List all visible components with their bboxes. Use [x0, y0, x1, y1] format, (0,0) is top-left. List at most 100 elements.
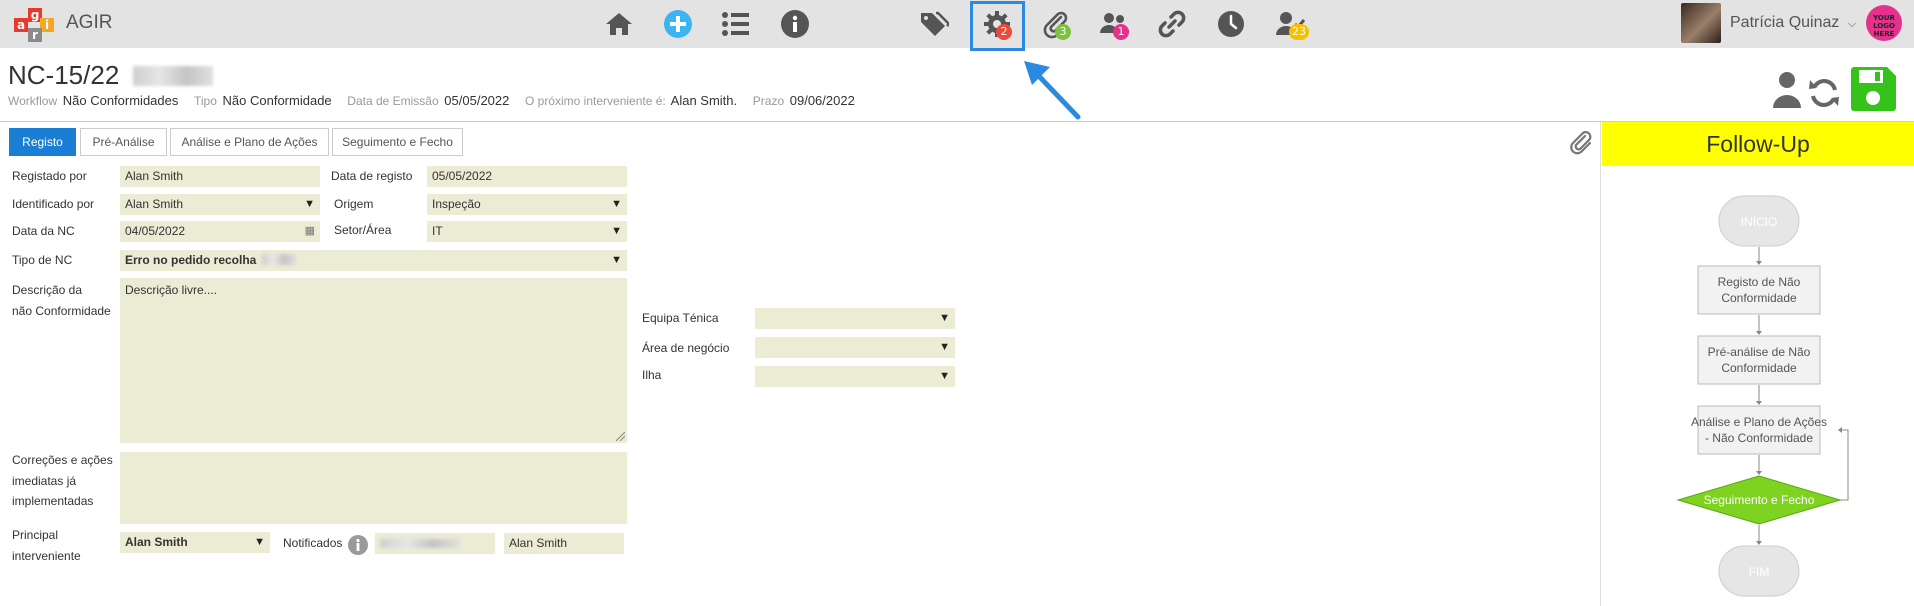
calendar-icon[interactable]: ▦ [305, 221, 315, 242]
user-name: Patrícia Quinaz [1730, 14, 1840, 31]
flow-step-pre-analise-label-2: Conformidade [1721, 361, 1797, 375]
origem-select[interactable]: Inspeção ▼ [427, 194, 627, 215]
flow-step-analise-label-2: - Não Conformidade [1705, 431, 1813, 445]
area-negocio-select[interactable]: ▼ [755, 337, 955, 358]
chevron-down-icon: ▼ [611, 254, 622, 266]
tab-registo[interactable]: Registo [9, 128, 76, 156]
data-registo-field: 05/05/2022 [427, 166, 627, 187]
link-icon[interactable] [1153, 6, 1191, 42]
flow-step-registo-label-1: Registo de Não [1718, 275, 1801, 289]
save-icon[interactable] [1849, 66, 1897, 116]
tipo-value: Não Conformidade [222, 93, 332, 108]
tipo-nc-select[interactable]: Erro no pedido recolha ▼ [120, 250, 627, 271]
redacted-text [261, 254, 296, 265]
interveniente-label: O próximo interveniente é: [525, 94, 666, 108]
pointer-arrow-icon [1024, 61, 1081, 120]
logo-letter-r: r [28, 28, 42, 42]
tab-analise-plano[interactable]: Análise e Plano de Ações [170, 128, 329, 156]
principal-label-2: interveniente [12, 549, 81, 563]
tags-icon[interactable] [915, 6, 953, 42]
list-icon[interactable] [717, 6, 755, 42]
origem-label: Origem [334, 197, 374, 211]
descricao-label-1: Descrição da [12, 283, 83, 297]
ilha-select[interactable]: ▼ [755, 366, 955, 387]
principal-label-1: Principal [12, 528, 59, 542]
user-check-badge: 23 [1289, 24, 1309, 40]
followup-title: Follow-Up [1602, 122, 1914, 166]
tab-pre-analise[interactable]: Pré-Análise [80, 128, 167, 156]
assign-user-icon[interactable] [1772, 66, 1802, 114]
ilha-label: Ilha [642, 368, 662, 382]
workflow-label: Workflow [8, 94, 58, 108]
info-icon[interactable] [776, 6, 814, 42]
prazo-label: Prazo [752, 94, 785, 108]
refresh-icon[interactable] [1807, 76, 1841, 114]
area-negocio-label: Área de negócio [642, 341, 730, 355]
flow-step-registo: Registo de Não Conformidade [1697, 265, 1821, 315]
redacted-text [380, 539, 460, 548]
emissao-value: 05/05/2022 [444, 93, 510, 108]
clock-icon[interactable] [1212, 6, 1250, 42]
avatar[interactable] [1681, 3, 1721, 43]
identificado-por-value: Alan Smith [125, 197, 184, 211]
descricao-textarea[interactable]: Descrição livre.... [120, 278, 627, 443]
correcoes-label-2: imediatas já [12, 474, 77, 488]
chevron-down-icon: ▼ [939, 370, 950, 382]
chevron-down-icon: ▼ [254, 536, 265, 548]
chevron-down-icon: ⌵ [1847, 18, 1857, 30]
correcoes-label-3: implementadas [12, 494, 94, 508]
tipo-label: Tipo [194, 94, 217, 108]
setor-label: Setor/Área [334, 223, 392, 237]
tab-seguimento-fecho[interactable]: Seguimento e Fecho [332, 128, 463, 156]
origem-value: Inspeção [432, 197, 481, 211]
equipa-label: Equipa Ténica [642, 311, 719, 325]
data-registo-label: Data de registo [331, 169, 413, 183]
flow-step-pre-analise: Pré-análise de Não Conformidade [1697, 335, 1821, 385]
flow-step-analise-label-1: Análise e Plano de Ações [1691, 415, 1827, 429]
paperclip-badge: 3 [1055, 24, 1071, 40]
flow-end: FIM [1718, 545, 1800, 597]
descricao-label-2: não Conformidade [12, 304, 111, 318]
data-nc-label: Data da NC [12, 224, 75, 238]
info-icon[interactable] [347, 534, 369, 556]
flow-step-seguimento-label: Seguimento e Fecho [1704, 493, 1815, 507]
paperclip-icon[interactable]: 3 [1037, 6, 1075, 42]
attachment-icon[interactable] [1568, 130, 1594, 156]
setor-select[interactable]: IT ▼ [427, 221, 627, 242]
flow-step-pre-analise-label-1: Pré-análise de Não [1708, 345, 1811, 359]
data-nc-field[interactable]: 04/05/2022 ▦ [120, 221, 320, 242]
agir-logo[interactable]: a g i r [12, 4, 56, 44]
principal-select[interactable]: Alan Smith ▼ [120, 532, 270, 553]
flow-start-label: INÍCIO [1741, 214, 1778, 229]
flow-step-seguimento-current: Seguimento e Fecho [1676, 475, 1842, 525]
notificados-label: Notificados [283, 536, 343, 550]
users-badge: 1 [1113, 24, 1129, 40]
workflow-diagram: INÍCIO Registo de Não Conformidade Pré-a… [1676, 195, 1849, 597]
add-icon[interactable] [659, 6, 697, 42]
resize-handle-icon[interactable] [616, 432, 625, 441]
home-icon[interactable] [600, 6, 638, 42]
correcoes-textarea[interactable] [120, 452, 627, 524]
users-icon[interactable]: 1 [1095, 6, 1133, 42]
prazo-value: 09/06/2022 [789, 93, 855, 108]
chevron-down-icon: ▼ [611, 225, 622, 237]
correcoes-label-1: Correções e ações [12, 453, 113, 467]
data-nc-value: 04/05/2022 [125, 224, 186, 238]
redacted-text [132, 66, 213, 86]
app-name: AGIR [66, 12, 113, 33]
logo-letter-a: a [14, 18, 28, 32]
logo-letter-i: i [40, 18, 54, 32]
workflow-value: Não Conformidades [62, 93, 179, 108]
notificados-search[interactable] [375, 533, 495, 554]
chevron-down-icon: ▼ [611, 198, 622, 210]
doc-id: NC-15/22 [8, 60, 120, 90]
equipa-select[interactable]: ▼ [755, 308, 955, 329]
user-menu[interactable]: Patrícia Quinaz ⌵ [1730, 14, 1856, 32]
notificados-value[interactable]: Alan Smith [504, 533, 624, 554]
setor-value: IT [432, 224, 443, 238]
identificado-por-select[interactable]: Alan Smith ▼ [120, 194, 320, 215]
identificado-por-label: Identificado por [12, 197, 95, 211]
user-check-icon[interactable]: 23 [1271, 6, 1309, 42]
top-navbar: a g i r AGIR 2 3 1 23 Patrícia Quinaz ⌵ … [0, 0, 1914, 48]
interveniente-value: Alan Smith. [670, 93, 738, 108]
